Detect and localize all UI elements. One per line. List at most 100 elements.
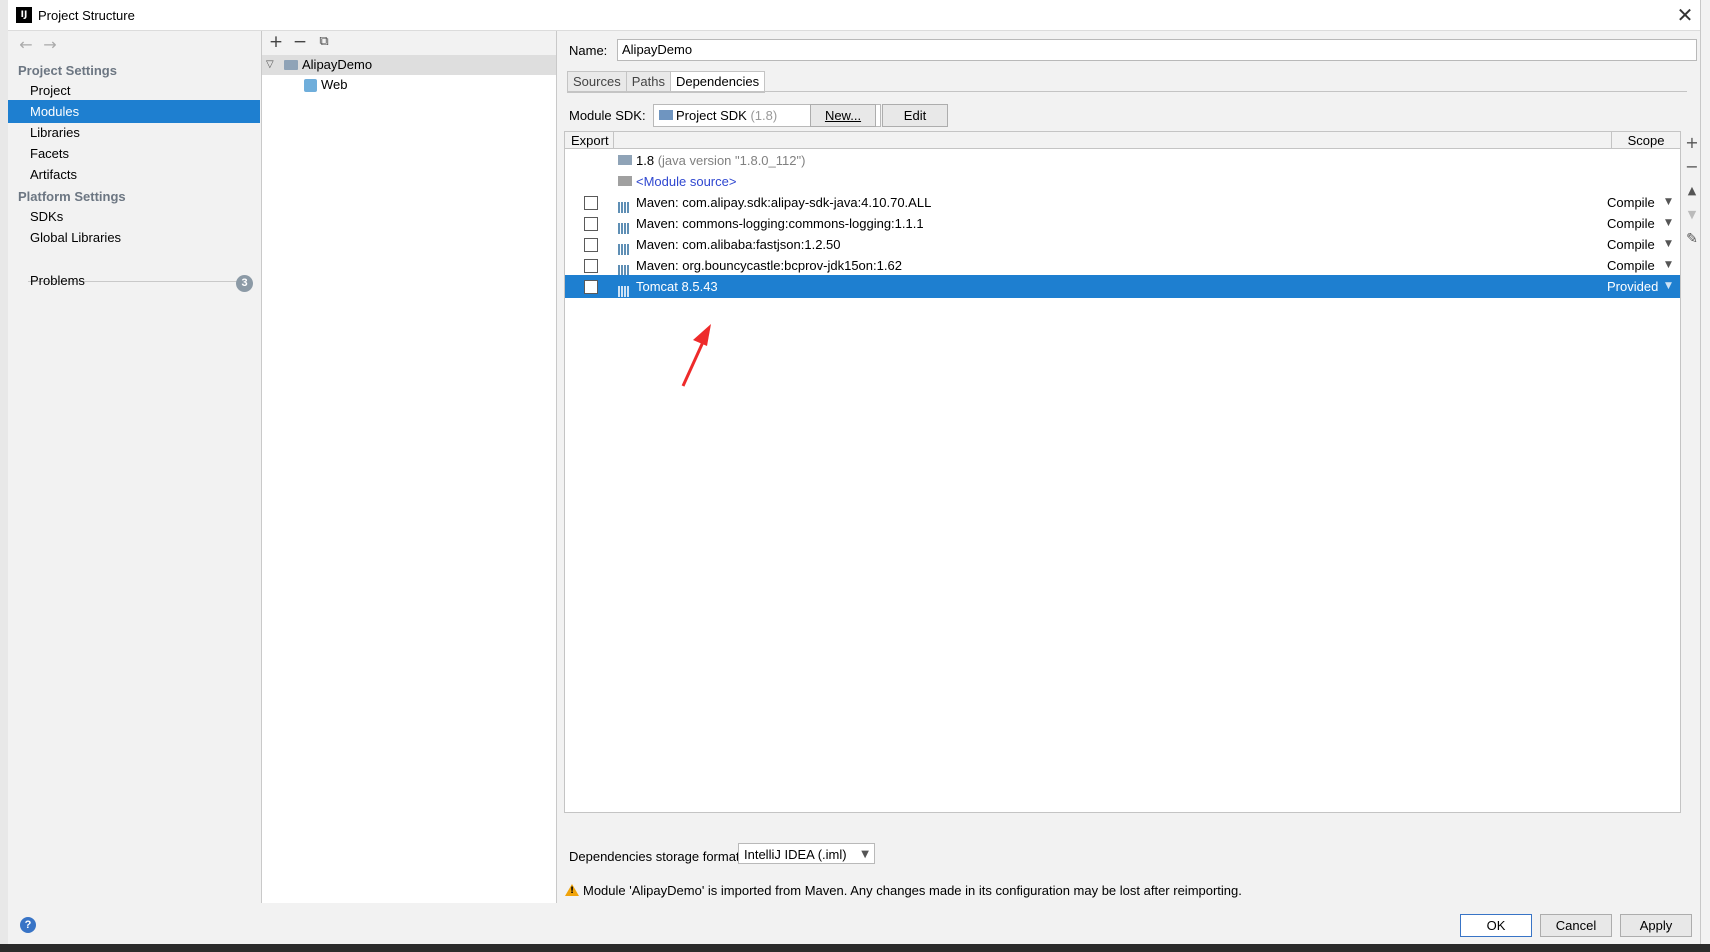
chevron-down-icon[interactable]: ▼	[1665, 254, 1672, 277]
export-checkbox[interactable]	[584, 238, 598, 252]
dependency-scope[interactable]: Provided	[1607, 275, 1663, 298]
tab-dependencies[interactable]: Dependencies	[669, 71, 766, 93]
sdk-select-value: Project SDK (1.8)	[676, 108, 778, 123]
settings-sidebar: ← → Project Settings Project Modules Libr…	[8, 31, 262, 903]
storage-format-value: IntelliJ IDEA (.iml)	[744, 847, 847, 862]
web-facet-icon	[304, 79, 317, 92]
chevron-down-icon[interactable]: ▼	[1665, 191, 1672, 214]
modules-toolbar: + − ⧉	[262, 31, 556, 55]
dependency-scope[interactable]: Compile	[1607, 191, 1663, 214]
chevron-down-icon: ▼	[861, 849, 869, 860]
tabs-divider	[567, 91, 1687, 92]
dependency-scope[interactable]: Compile	[1607, 212, 1663, 235]
module-details-pane: Name: AlipayDemo Sources Paths Dependencie…	[557, 31, 1700, 903]
dependencies-table: Export Scope 1.8 (java version "1.8.0_11…	[564, 131, 1681, 813]
export-checkbox[interactable]	[584, 259, 598, 273]
plus-icon[interactable]: +	[266, 32, 286, 52]
export-checkbox[interactable]	[584, 217, 598, 231]
navigation-arrows: ← →	[14, 35, 62, 55]
column-header-scope[interactable]: Scope	[1612, 132, 1680, 149]
taskbar-strip	[0, 944, 1710, 952]
move-down-icon[interactable]: ▼	[1682, 205, 1702, 225]
edit-sdk-button[interactable]: Edit	[882, 104, 948, 127]
storage-format-label: Dependencies storage format:	[569, 849, 744, 864]
plus-icon[interactable]: +	[1682, 133, 1702, 153]
column-header-export[interactable]: Export	[565, 132, 614, 149]
sidebar-item-problems[interactable]: Problems 3	[8, 269, 260, 292]
sdk-folder-icon	[659, 110, 673, 120]
table-row-module-source[interactable]: <Module source>	[565, 170, 1680, 193]
sidebar-item-artifacts[interactable]: Artifacts	[8, 163, 260, 186]
storage-format-select[interactable]: IntelliJ IDEA (.iml) ▼	[738, 843, 875, 864]
table-row[interactable]: Maven: com.alipay.sdk:alipay-sdk-java:4.…	[565, 191, 1680, 214]
chevron-down-icon[interactable]: ▼	[1665, 212, 1672, 235]
warning-text: Module 'AlipayDemo' is imported from Mav…	[583, 883, 1242, 898]
sidebar-item-sdks[interactable]: SDKs	[8, 205, 260, 228]
dependency-scope[interactable]: Compile	[1607, 233, 1663, 256]
tree-node-label: AlipayDemo	[302, 57, 373, 72]
table-row-jdk[interactable]: 1.8 (java version "1.8.0_112")	[565, 149, 1680, 172]
table-row-selected[interactable]: Tomcat 8.5.43 Provided ▼	[565, 275, 1680, 298]
tab-sources[interactable]: Sources	[567, 71, 627, 93]
chevron-down-icon[interactable]: ▼	[1665, 275, 1672, 298]
tab-paths[interactable]: Paths	[625, 71, 671, 93]
dependency-name: Tomcat 8.5.43	[636, 279, 718, 294]
platform-settings-title: Platform Settings	[18, 189, 126, 204]
sidebar-item-project[interactable]: Project	[8, 79, 260, 102]
module-name-input[interactable]: AlipayDemo	[617, 39, 1697, 61]
chevron-down-icon[interactable]: ▽	[266, 55, 274, 75]
module-tabs: Sources Paths Dependencies	[567, 71, 766, 93]
modules-tree-pane: + − ⧉ ▽ AlipayDemo Web	[262, 31, 557, 903]
intellij-app-icon: IJ	[16, 7, 32, 23]
library-icon	[618, 281, 632, 297]
tree-node-web[interactable]: Web	[262, 75, 556, 95]
annotation-arrow	[681, 324, 711, 387]
project-settings-title: Project Settings	[18, 63, 117, 78]
pencil-icon[interactable]: ✎	[1682, 229, 1702, 249]
title-bar: IJ Project Structure ✕	[8, 0, 1700, 31]
tree-node-alipaydemo[interactable]: ▽ AlipayDemo	[262, 55, 556, 75]
ok-button[interactable]: OK	[1460, 914, 1532, 937]
problems-count-badge: 3	[236, 275, 253, 292]
module-sdk-label: Module SDK:	[569, 108, 646, 123]
chevron-down-icon[interactable]: ▼	[1665, 233, 1672, 256]
dependency-name: Maven: com.alibaba:fastjson:1.2.50	[636, 237, 841, 252]
copy-icon[interactable]: ⧉	[314, 32, 334, 52]
arrow-left-icon[interactable]: ←	[14, 35, 38, 54]
sidebar-item-modules[interactable]: Modules	[8, 100, 260, 123]
move-up-icon[interactable]: ▲	[1682, 181, 1702, 201]
module-folder-icon	[284, 60, 298, 70]
table-row[interactable]: Maven: commons-logging:commons-logging:1…	[565, 212, 1680, 235]
library-icon	[618, 260, 632, 276]
new-sdk-button[interactable]: New...	[810, 104, 876, 127]
export-checkbox[interactable]	[584, 280, 598, 294]
jdk-entry: 1.8 (java version "1.8.0_112")	[636, 153, 806, 168]
sidebar-item-libraries[interactable]: Libraries	[8, 121, 260, 144]
minus-icon[interactable]: −	[290, 32, 310, 52]
table-row[interactable]: Maven: com.alibaba:fastjson:1.2.50 Compi…	[565, 233, 1680, 256]
warning-icon: !	[565, 884, 579, 896]
cancel-button[interactable]: Cancel	[1540, 914, 1612, 937]
sidebar-item-global-libraries[interactable]: Global Libraries	[8, 226, 260, 249]
dependency-name: Maven: commons-logging:commons-logging:1…	[636, 216, 924, 231]
arrow-right-icon[interactable]: →	[38, 35, 62, 54]
help-icon[interactable]: ?	[20, 917, 36, 933]
table-row[interactable]: Maven: org.bouncycastle:bcprov-jdk15on:1…	[565, 254, 1680, 277]
minus-icon[interactable]: −	[1682, 157, 1702, 177]
dependency-name: Maven: org.bouncycastle:bcprov-jdk15on:1…	[636, 258, 902, 273]
dependency-scope[interactable]: Compile	[1607, 254, 1663, 277]
column-header-name[interactable]	[614, 132, 1612, 149]
jdk-folder-icon	[618, 155, 632, 165]
close-icon[interactable]: ✕	[1673, 3, 1697, 27]
library-icon	[618, 218, 632, 234]
maven-import-warning: ! Module 'AlipayDemo' is imported from Ma…	[565, 883, 1242, 898]
module-source-entry: <Module source>	[636, 174, 737, 189]
problems-label: Problems	[30, 273, 85, 288]
export-checkbox[interactable]	[584, 196, 598, 210]
sidebar-item-facets[interactable]: Facets	[8, 142, 260, 165]
dialog-footer: ? OK Cancel Apply	[8, 903, 1700, 944]
tree-node-label: Web	[321, 77, 348, 92]
project-structure-dialog: IJ Project Structure ✕ ← → Project Settin…	[8, 0, 1700, 944]
apply-button[interactable]: Apply	[1620, 914, 1692, 937]
dependency-name: Maven: com.alipay.sdk:alipay-sdk-java:4.…	[636, 195, 932, 210]
